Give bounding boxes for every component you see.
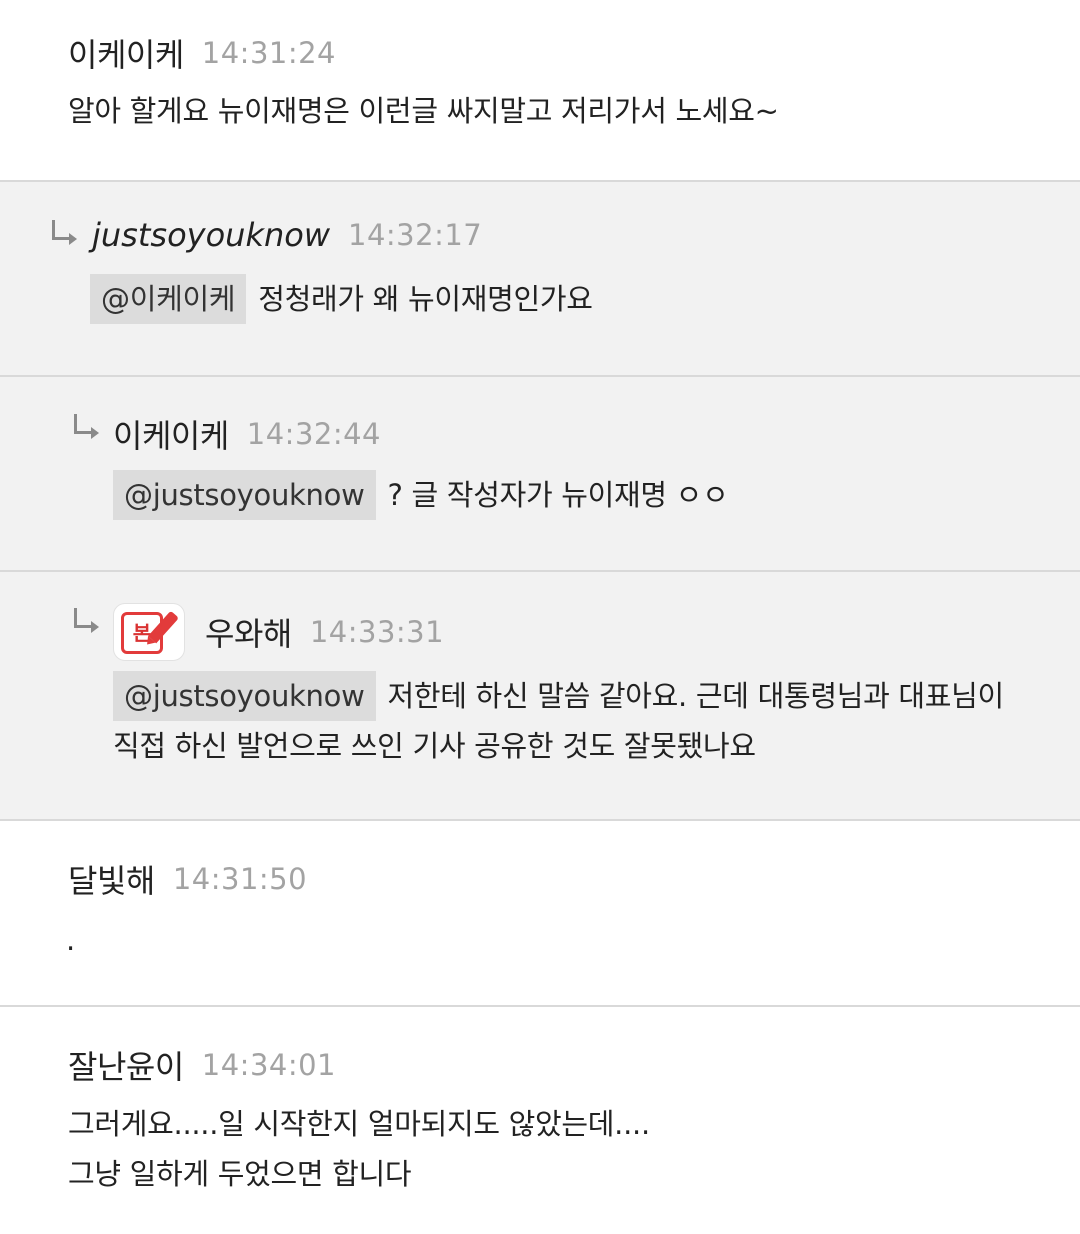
comment-nickname[interactable]: 달빛해 [68, 856, 155, 902]
comment-timestamp: 14:31:24 [201, 36, 337, 70]
comment-body: @justsoyouknow ? 글 작성자가 뉴이재명 ㅇㅇ [113, 470, 729, 520]
comment-header: 달빛해 14:31:50 [68, 856, 307, 902]
comment-header: 이케이케 14:32:44 [113, 411, 381, 457]
author-pencil-badge-icon: 본 [113, 603, 185, 661]
reply-item: 본 우와해 14:33:31 @justsoyouknow 저한테 하신 말씀 같… [0, 572, 1080, 821]
comment-body: . [66, 915, 75, 965]
comment-nickname[interactable]: 우와해 [205, 609, 292, 655]
comment-header: 본 우와해 14:33:31 [113, 603, 444, 661]
comment-line: 그러게요.....일 시작한지 얼마되지도 않았는데.... [68, 1107, 650, 1141]
comment-body: @이케이케 정청래가 왜 뉴이재명인가요 [90, 274, 593, 324]
comment-timestamp: 14:32:44 [246, 417, 382, 451]
comment-nickname[interactable]: justsoyouknow [92, 216, 330, 254]
reply-arrow-icon [74, 414, 99, 439]
comment-nickname[interactable]: 이케이케 [113, 411, 229, 457]
comment-line: @justsoyouknow 저한테 하신 말씀 같아요. 근데 대통령님과 대표… [113, 671, 1004, 721]
comment-timestamp: 14:31:50 [172, 862, 308, 896]
comment-body: @justsoyouknow 저한테 하신 말씀 같아요. 근데 대통령님과 대표… [113, 671, 1004, 771]
comment-nickname[interactable]: 잘난윤이 [68, 1042, 184, 1088]
mention-tag[interactable]: @이케이케 [90, 274, 247, 324]
comment-line: 그냥 일하게 두었으면 합니다 [68, 1157, 412, 1191]
reply-arrow-icon [52, 220, 77, 245]
comment-body: 알아 할게요 뉴이재명은 이런글 싸지말고 저리가서 노세요~ [68, 86, 779, 136]
comment-header: 잘난윤이 14:34:01 [68, 1042, 336, 1088]
comment-line: 알아 할게요 뉴이재명은 이런글 싸지말고 저리가서 노세요~ [68, 94, 779, 128]
comment-timestamp: 14:32:17 [348, 218, 483, 252]
comment-item: 이케이케 14:31:24 알아 할게요 뉴이재명은 이런글 싸지말고 저리가서… [0, 0, 1080, 182]
comment-timestamp: 14:34:01 [201, 1048, 337, 1082]
comment-nickname[interactable]: 이케이케 [68, 30, 184, 76]
comment-line: . [66, 923, 75, 957]
reply-item: justsoyouknow 14:32:17 @이케이케 정청래가 왜 뉴이재명인… [0, 182, 1080, 377]
comment-text: 저한테 하신 말씀 같아요. 근데 대통령님과 대표님이 [387, 679, 1005, 713]
comment-line: 직접 하신 발언으로 쓰인 기사 공유한 것도 잘못됐나요 [113, 729, 756, 763]
reply-item: 이케이케 14:32:44 @justsoyouknow ? 글 작성자가 뉴이재… [0, 377, 1080, 572]
comment-header: 이케이케 14:31:24 [68, 30, 336, 76]
comment-thread: 이케이케 14:31:24 알아 할게요 뉴이재명은 이런글 싸지말고 저리가서… [0, 0, 1080, 1234]
comment-text: ? 글 작성자가 뉴이재명 ㅇㅇ [387, 478, 729, 512]
reply-arrow-icon [74, 608, 99, 633]
mention-tag[interactable]: @justsoyouknow [113, 671, 376, 721]
comment-body: 그러게요.....일 시작한지 얼마되지도 않았는데.... 그냥 일하게 두었… [68, 1099, 650, 1199]
comment-item: 잘난윤이 14:34:01 그러게요.....일 시작한지 얼마되지도 않았는데… [0, 1007, 1080, 1234]
comment-header: justsoyouknow 14:32:17 [92, 216, 482, 254]
comment-text: 정청래가 왜 뉴이재명인가요 [258, 282, 593, 316]
mention-tag[interactable]: @justsoyouknow [113, 470, 376, 520]
comment-item: 달빛해 14:31:50 . [0, 821, 1080, 1007]
comment-timestamp: 14:33:31 [309, 615, 445, 649]
